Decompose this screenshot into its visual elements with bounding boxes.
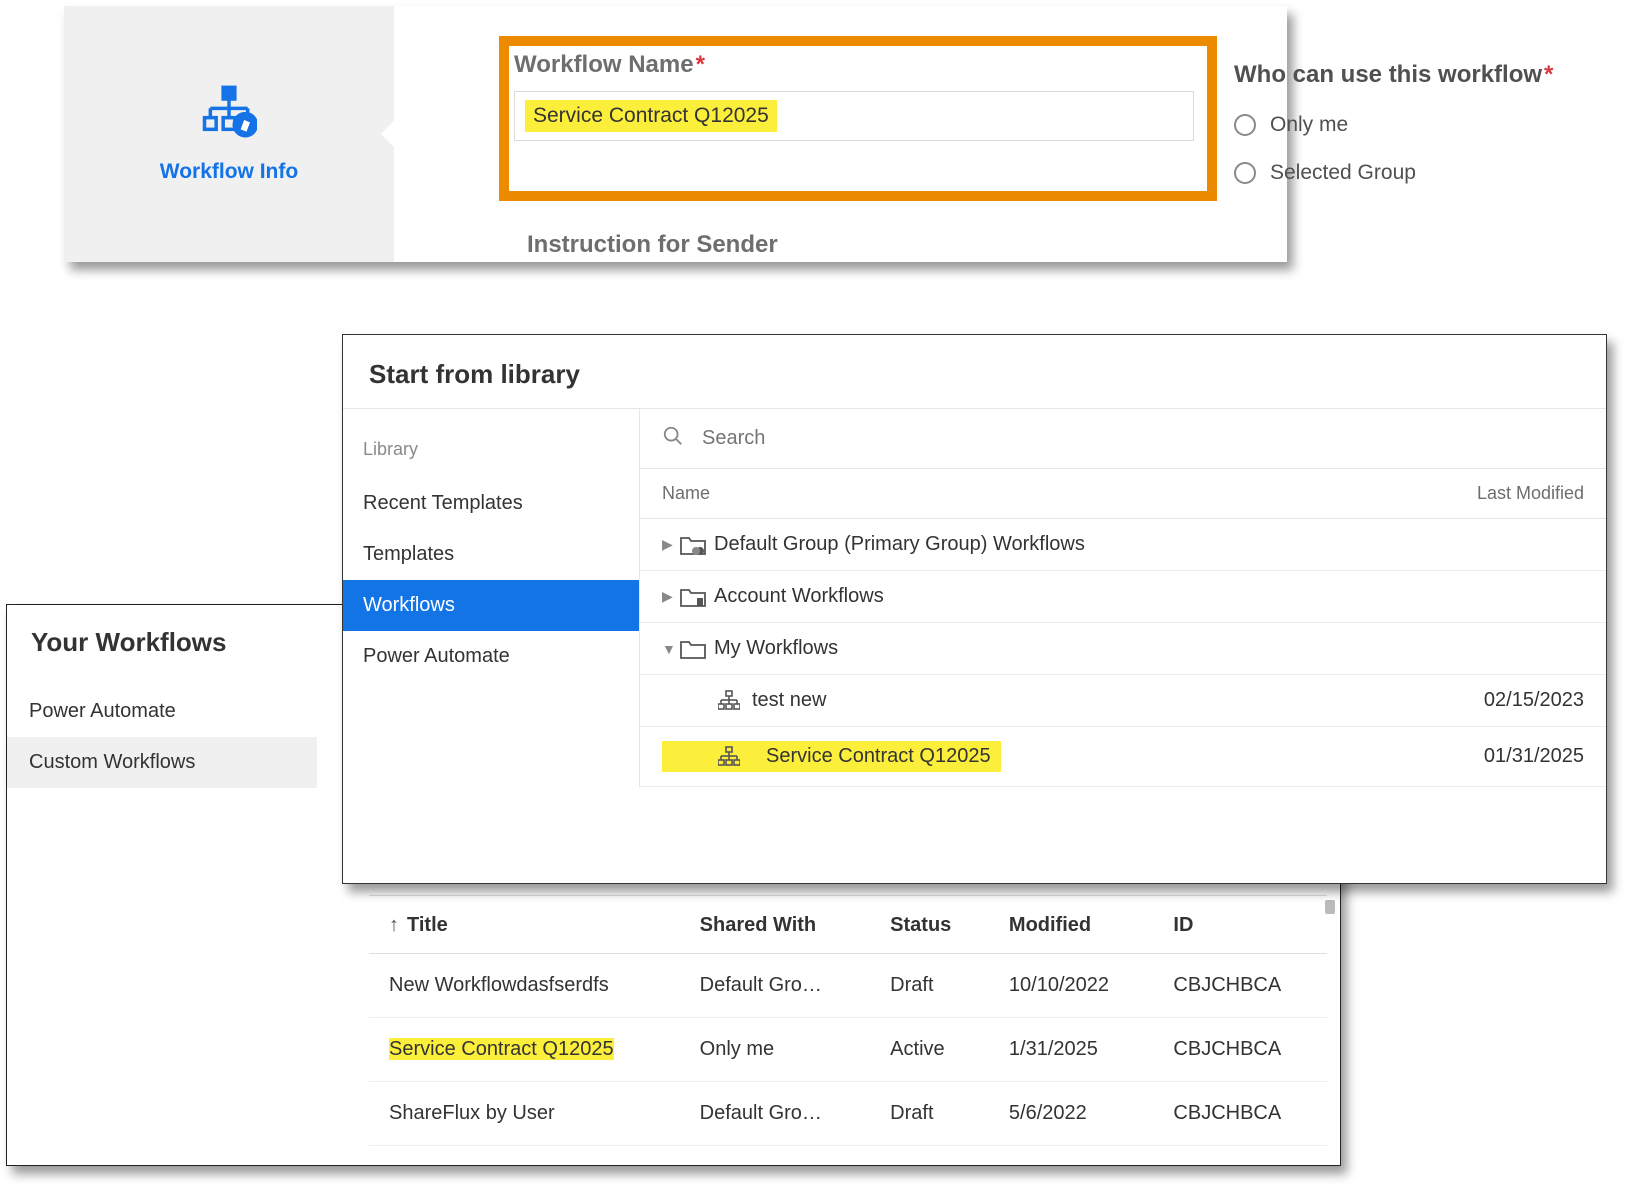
who-can-use: Who can use this workflow* Only me Selec…: [1234, 61, 1614, 185]
library-list: Name Last Modified ▶ Default Group (Prim…: [639, 409, 1606, 787]
scroll-indicator[interactable]: [1325, 900, 1335, 914]
workflow-info-icon: [201, 85, 257, 146]
workflow-info-tab-label: Workflow Info: [160, 160, 298, 184]
folder-my-workflows[interactable]: ▼ My Workflows: [640, 623, 1606, 675]
library-panel: Start from library Library Recent Templa…: [342, 334, 1607, 884]
search-icon: [662, 425, 684, 452]
folder-icon: [680, 638, 714, 660]
nav-workflows[interactable]: Workflows: [343, 580, 639, 631]
cell-shared: Default Gro…: [680, 954, 871, 1018]
nav-item-power-automate[interactable]: Power Automate: [7, 686, 317, 737]
table-row[interactable]: New Workflowdasfserdfs Default Gro… Draf…: [369, 954, 1327, 1018]
required-star-icon: *: [1544, 61, 1553, 88]
collapse-icon[interactable]: ▼: [662, 641, 680, 657]
cell-modified: 1/31/2025: [989, 1018, 1154, 1082]
col-title[interactable]: ↑Title: [369, 896, 680, 954]
nav-power-automate[interactable]: Power Automate: [343, 631, 639, 682]
instruction-label: Instruction for Sender: [527, 231, 778, 259]
cell-modified: 10/10/2022: [989, 954, 1154, 1018]
col-modified[interactable]: Modified: [989, 896, 1154, 954]
nav-templates[interactable]: Templates: [343, 529, 639, 580]
expand-icon[interactable]: ▶: [662, 536, 680, 553]
library-columns: Name Last Modified: [640, 469, 1606, 519]
table-row[interactable]: ShareFlux by User Default Gro… Draft 5/6…: [369, 1082, 1327, 1146]
folder-group-icon: [680, 534, 714, 556]
search-field[interactable]: [640, 409, 1606, 469]
cell-status: Active: [870, 1018, 989, 1082]
cell-status: Draft: [870, 1082, 989, 1146]
cell-id: CBJCHBCA: [1153, 954, 1327, 1018]
workflow-tree-icon: [718, 746, 752, 768]
workflow-item-label: Service Contract Q12025: [766, 745, 991, 768]
highlight-box: [499, 36, 1217, 201]
nav-item-custom-workflows[interactable]: Custom Workflows: [7, 737, 317, 788]
workflow-item[interactable]: Service Contract Q12025 01/31/2025: [640, 727, 1606, 787]
folder-account-icon: [680, 586, 714, 608]
workflow-item[interactable]: test new 02/15/2023: [640, 675, 1606, 727]
cell-shared: Default Gro…: [680, 1082, 871, 1146]
library-nav-group: Library: [343, 439, 639, 460]
workflow-tree-icon: [718, 690, 752, 712]
cell-status: Draft: [870, 954, 989, 1018]
cell-shared: Only me: [680, 1018, 871, 1082]
radio-only-me[interactable]: Only me: [1234, 113, 1614, 137]
expand-icon[interactable]: ▶: [662, 588, 680, 605]
folder-account-workflows[interactable]: ▶ Account Workflows: [640, 571, 1606, 623]
col-id[interactable]: ID: [1153, 896, 1327, 954]
cell-title: ShareFlux by User: [389, 1102, 555, 1124]
cell-id: CBJCHBCA: [1153, 1082, 1327, 1146]
cell-title: Service Contract Q12025: [389, 1038, 614, 1060]
sort-asc-icon: ↑: [389, 914, 399, 937]
table-row[interactable]: Service Contract Q12025 Only me Active 1…: [369, 1018, 1327, 1082]
workflow-info-panel: Workflow Info Workflow Name* Service Con…: [64, 6, 1287, 262]
who-label: Who can use this workflow*: [1234, 61, 1614, 89]
search-input[interactable]: [700, 426, 1584, 451]
radio-icon: [1234, 114, 1256, 136]
workflow-table-wrap: ↑Title Shared With Status Modified ID Ne…: [369, 895, 1327, 1146]
col-last-modified: Last Modified: [1477, 483, 1584, 504]
folder-default-group[interactable]: ▶ Default Group (Primary Group) Workflow…: [640, 519, 1606, 571]
cell-modified: 5/6/2022: [989, 1082, 1154, 1146]
your-workflows-nav: Power Automate Custom Workflows: [7, 686, 317, 788]
col-shared[interactable]: Shared With: [680, 896, 871, 954]
library-title: Start from library: [343, 335, 1606, 408]
cell-title: New Workflowdasfserdfs: [389, 974, 609, 996]
cell-id: CBJCHBCA: [1153, 1018, 1327, 1082]
radio-icon: [1234, 162, 1256, 184]
radio-selected-group[interactable]: Selected Group: [1234, 161, 1614, 185]
col-status[interactable]: Status: [870, 896, 989, 954]
workflow-info-tab[interactable]: Workflow Info: [64, 6, 394, 262]
library-nav: Library Recent Templates Templates Workf…: [343, 409, 639, 787]
nav-recent-templates[interactable]: Recent Templates: [343, 478, 639, 529]
workflow-table: ↑Title Shared With Status Modified ID Ne…: [369, 896, 1327, 1146]
col-name: Name: [662, 483, 1477, 504]
